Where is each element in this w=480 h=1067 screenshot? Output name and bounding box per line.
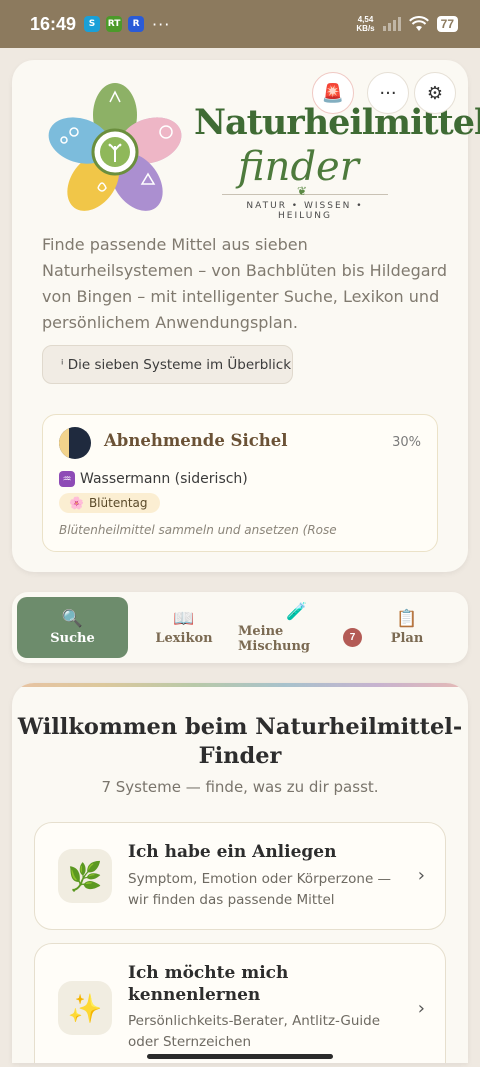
herb-icon: 🌿 bbox=[58, 849, 112, 903]
rt-notification-icon: RT bbox=[106, 16, 123, 32]
zodiac-row: ♒ Wassermann (siderisch) bbox=[59, 471, 248, 487]
blossom-icon: 🌸 bbox=[69, 496, 84, 510]
network-speed-value: 4,54 bbox=[357, 15, 374, 24]
r-notification-icon: R bbox=[128, 16, 145, 32]
emergency-button[interactable]: 🚨 bbox=[312, 72, 354, 114]
zodiac-label: Wassermann (siderisch) bbox=[80, 471, 248, 487]
day-type-label: Blütentag bbox=[88, 496, 148, 510]
battery-icon: 77 bbox=[436, 16, 458, 32]
more-notifications-icon: ··· bbox=[152, 14, 171, 34]
test-tube-icon: 🧪 bbox=[286, 601, 308, 622]
flower-logo-icon bbox=[48, 83, 182, 211]
book-icon: 📖 bbox=[173, 609, 195, 629]
moon-phase: Abnehmende Sichel bbox=[104, 431, 288, 450]
tab-search[interactable]: 🔍 Suche bbox=[17, 597, 128, 658]
wifi-icon bbox=[408, 16, 429, 31]
option-title: Ich habe ein Anliegen bbox=[128, 842, 337, 862]
tab-my-mix[interactable]: 🧪 Meine Mischung 7 bbox=[238, 597, 362, 658]
moon-illumination: 30% bbox=[392, 435, 421, 450]
clock: 16:49 bbox=[30, 13, 77, 34]
chevron-right-icon: › bbox=[417, 998, 425, 1019]
app-notification-icon: S bbox=[84, 16, 101, 32]
settings-button[interactable]: ⚙ bbox=[414, 72, 456, 114]
moon-note: Blütenheilmittel sammeln und ansetzen (R… bbox=[59, 523, 337, 537]
tab-label: Plan bbox=[390, 631, 424, 646]
more-button[interactable]: ··· bbox=[367, 72, 409, 114]
tab-lexicon[interactable]: 📖 Lexikon bbox=[140, 597, 228, 658]
leaf-icon: ❦ bbox=[297, 184, 308, 198]
option-self-discovery[interactable]: ✨ Ich möchte mich kennenlernen Persönlic… bbox=[34, 943, 446, 1063]
welcome-subtitle: 7 Systeme — finde, was zu dir passt. bbox=[101, 778, 379, 796]
signal-icon bbox=[382, 17, 401, 31]
gear-icon: ⚙ bbox=[426, 82, 444, 104]
network-speed: 4,54 KB/s bbox=[356, 15, 374, 33]
day-type-badge: 🌸 Blütentag bbox=[59, 493, 160, 513]
moon-calendar-card[interactable]: Abnehmende Sichel 30% ♒ Wassermann (side… bbox=[42, 414, 438, 552]
mix-count-badge: 7 bbox=[343, 628, 362, 647]
aquarius-icon: ♒ bbox=[59, 471, 75, 487]
hero-card: Naturheilmittel finder ❦ NATUR • WISSEN … bbox=[12, 60, 480, 572]
siren-icon: 🚨 bbox=[321, 82, 345, 104]
tab-plan[interactable]: 📋 Plan bbox=[382, 597, 432, 658]
intro-text: Finde passende Mittel aus sieben Naturhe… bbox=[42, 235, 448, 332]
network-speed-unit: KB/s bbox=[356, 24, 375, 33]
welcome-card: Willkommen beim Naturheilmittel-Finder 7… bbox=[12, 683, 468, 1063]
chevron-right-icon: › bbox=[417, 865, 425, 886]
option-description: Symptom, Emotion oder Körperzone — wir f… bbox=[128, 871, 392, 908]
option-title: Ich möchte mich kennenlernen bbox=[128, 963, 289, 1005]
status-bar: 16:49 S RT R ··· 4,54 KB/s 77 bbox=[0, 0, 480, 48]
clipboard-icon: 📋 bbox=[396, 609, 418, 629]
sparkles-icon: ✨ bbox=[58, 981, 112, 1035]
tab-label: Meine Mischung bbox=[238, 623, 311, 654]
welcome-title: Willkommen beim Naturheilmittel-Finder bbox=[17, 714, 463, 769]
tab-label: Lexikon bbox=[155, 631, 213, 646]
tab-label: Suche bbox=[50, 631, 95, 646]
more-icon: ··· bbox=[379, 82, 397, 104]
rainbow-stripe bbox=[12, 683, 468, 687]
search-icon: 🔍 bbox=[61, 609, 84, 629]
brand-tagline: NATUR • WISSEN • HEILUNG bbox=[246, 201, 364, 221]
option-concern[interactable]: 🌿 Ich habe ein Anliegen Symptom, Emotion… bbox=[34, 822, 446, 930]
systems-overview-button[interactable]: ⁱ Die sieben Systeme im Überblick bbox=[42, 345, 293, 384]
home-indicator[interactable] bbox=[147, 1054, 333, 1059]
option-description: Persönlichkeits-Berater, Antlitz-Guide o… bbox=[128, 1013, 381, 1050]
moon-phase-icon bbox=[59, 427, 91, 459]
tab-bar: 🔍 Suche 📖 Lexikon 🧪 Meine Mischung 7 📋 P… bbox=[12, 592, 468, 663]
